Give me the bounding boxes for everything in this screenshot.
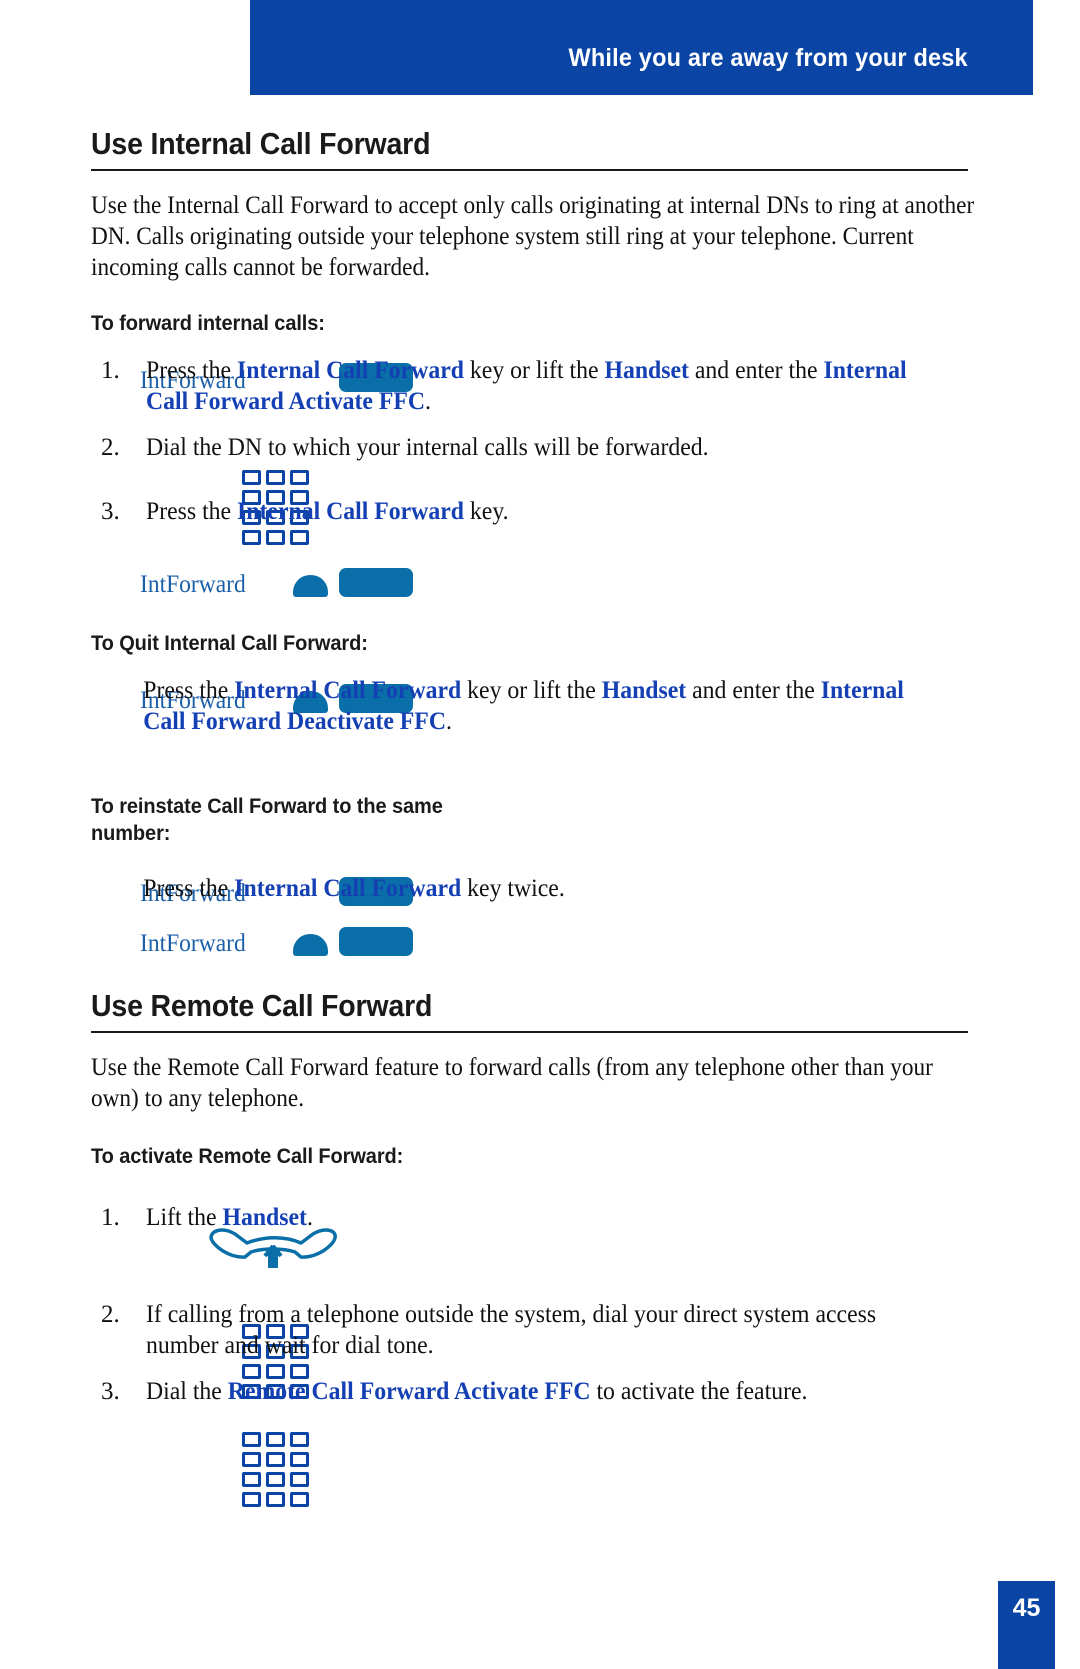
- title-divider: [91, 1031, 968, 1033]
- section-intro-text: Use the Internal Call Forward to accept …: [91, 192, 975, 281]
- step-number: 2.: [101, 434, 120, 461]
- step-text: If calling from a telephone outside the …: [146, 1301, 877, 1359]
- step-number: 1.: [101, 357, 120, 384]
- step-block: IntForward Press the Internal Call Forwa…: [91, 675, 971, 795]
- step-text: Press the Internal Call Forward key.: [146, 498, 509, 525]
- step-text: Press the Internal Call Forward key or l…: [143, 677, 904, 735]
- page-title: Use Internal Call Forward: [91, 126, 431, 161]
- numbered-step-list: 1. Lift the Handset. 2. If calling from …: [91, 1202, 971, 1407]
- step-text: Dial the Remote Call Forward Activate FF…: [146, 1378, 808, 1405]
- softkey-label-intforward[interactable]: IntForward: [140, 930, 246, 958]
- step-number: 1.: [101, 1204, 120, 1231]
- dial-keypad-icon: [242, 1432, 309, 1508]
- step-number: 3.: [101, 1378, 120, 1405]
- step-item: 3. Press the Internal Call Forward key.: [91, 496, 971, 527]
- numbered-step-list: 1. Press the Internal Call Forward key o…: [91, 355, 971, 527]
- step-text: Press the Internal Call Forward key or l…: [146, 357, 907, 415]
- step-text: Dial the DN to which your internal calls…: [146, 434, 709, 461]
- step-text: Press the Internal Call Forward key twic…: [143, 875, 565, 902]
- feature-key-button[interactable]: [339, 568, 413, 597]
- subsection-quit-internal-call-forward: To Quit Internal Call Forward: IntForwar…: [91, 630, 971, 795]
- title-divider: [91, 169, 968, 171]
- subsection-heading: To forward internal calls:: [91, 311, 325, 335]
- subsection-activate-remote-call-forward: To activate Remote Call Forward: 1. Lift…: [91, 1143, 971, 1507]
- step-number: 2.: [101, 1301, 120, 1328]
- step-block: IntForward IntForward Press the Internal…: [91, 873, 971, 993]
- step-item: 2. Dial the DN to which your internal ca…: [91, 432, 971, 463]
- section-remote-call-forward: Use Remote Call Forward Use the Remote C…: [91, 988, 971, 1114]
- step-text: Lift the Handset.: [146, 1204, 313, 1231]
- subsection-reinstate-call-forward: To reinstate Call Forward to the same nu…: [91, 793, 971, 993]
- handset-icon: [293, 934, 328, 956]
- softkey-label-intforward[interactable]: IntForward: [140, 571, 246, 599]
- subsection-heading: To Quit Internal Call Forward:: [91, 631, 368, 655]
- subsection-heading: To activate Remote Call Forward:: [91, 1144, 404, 1168]
- subsection-forward-internal-calls: To forward internal calls: IntForward In…: [91, 310, 971, 605]
- step-block: IntForward IntForward 1. Press the Inter…: [91, 355, 971, 605]
- step-item: 1. Press the Internal Call Forward key o…: [91, 355, 971, 417]
- step-block: 1. Lift the Handset. 2. If calling from …: [91, 1202, 971, 1507]
- step-item: 2. If calling from a telephone outside t…: [91, 1299, 971, 1361]
- section-intro-text: Use the Remote Call Forward feature to f…: [91, 1054, 933, 1112]
- section-internal-call-forward: Use Internal Call Forward Use the Intern…: [91, 126, 974, 283]
- step-number: 3.: [101, 498, 120, 525]
- running-header-banner: While you are away from your desk: [250, 0, 1033, 95]
- step-item: 3. Dial the Remote Call Forward Activate…: [91, 1376, 971, 1407]
- subsection-heading: To reinstate Call Forward to the same nu…: [91, 794, 443, 845]
- step-item: 1. Lift the Handset.: [91, 1202, 971, 1233]
- feature-key-button[interactable]: [339, 927, 413, 956]
- handset-icon: [293, 575, 328, 597]
- page-number-badge: 45: [998, 1581, 1055, 1669]
- running-header-title: While you are away from your desk: [568, 44, 968, 72]
- page-title: Use Remote Call Forward: [91, 988, 433, 1023]
